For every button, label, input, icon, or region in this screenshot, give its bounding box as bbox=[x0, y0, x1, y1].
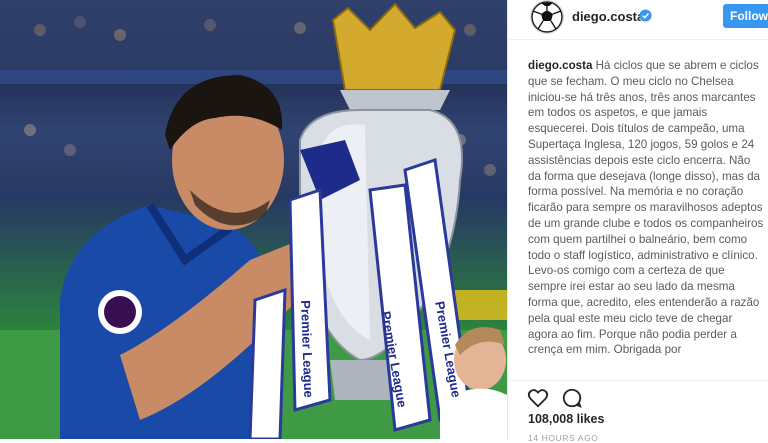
post-photo[interactable]: Premier League Premier League Premier Le… bbox=[0, 0, 507, 439]
verified-badge-icon bbox=[639, 9, 652, 22]
photo-illustration bbox=[0, 0, 507, 439]
caption-username[interactable]: diego.costa bbox=[528, 59, 596, 72]
follow-button[interactable]: Follow bbox=[723, 4, 768, 28]
likes-count[interactable]: 108,008 likes bbox=[528, 412, 604, 426]
heart-icon[interactable] bbox=[527, 387, 549, 409]
caption-text: Há ciclos que se abrem e ciclos que se f… bbox=[528, 59, 764, 357]
panel-divider bbox=[507, 0, 508, 439]
post-caption: diego.costa Há ciclos que se abrem e cic… bbox=[528, 58, 764, 376]
post-actions: 108,008 likes 14 HOURS AGO bbox=[508, 380, 768, 443]
soccer-ball-icon bbox=[531, 1, 563, 33]
avatar[interactable] bbox=[530, 0, 564, 34]
post-timestamp: 14 HOURS AGO bbox=[528, 433, 599, 443]
post-header: diego.costa Follow bbox=[508, 0, 768, 40]
header-username[interactable]: diego.costa bbox=[572, 9, 644, 24]
comment-icon[interactable] bbox=[561, 387, 583, 409]
